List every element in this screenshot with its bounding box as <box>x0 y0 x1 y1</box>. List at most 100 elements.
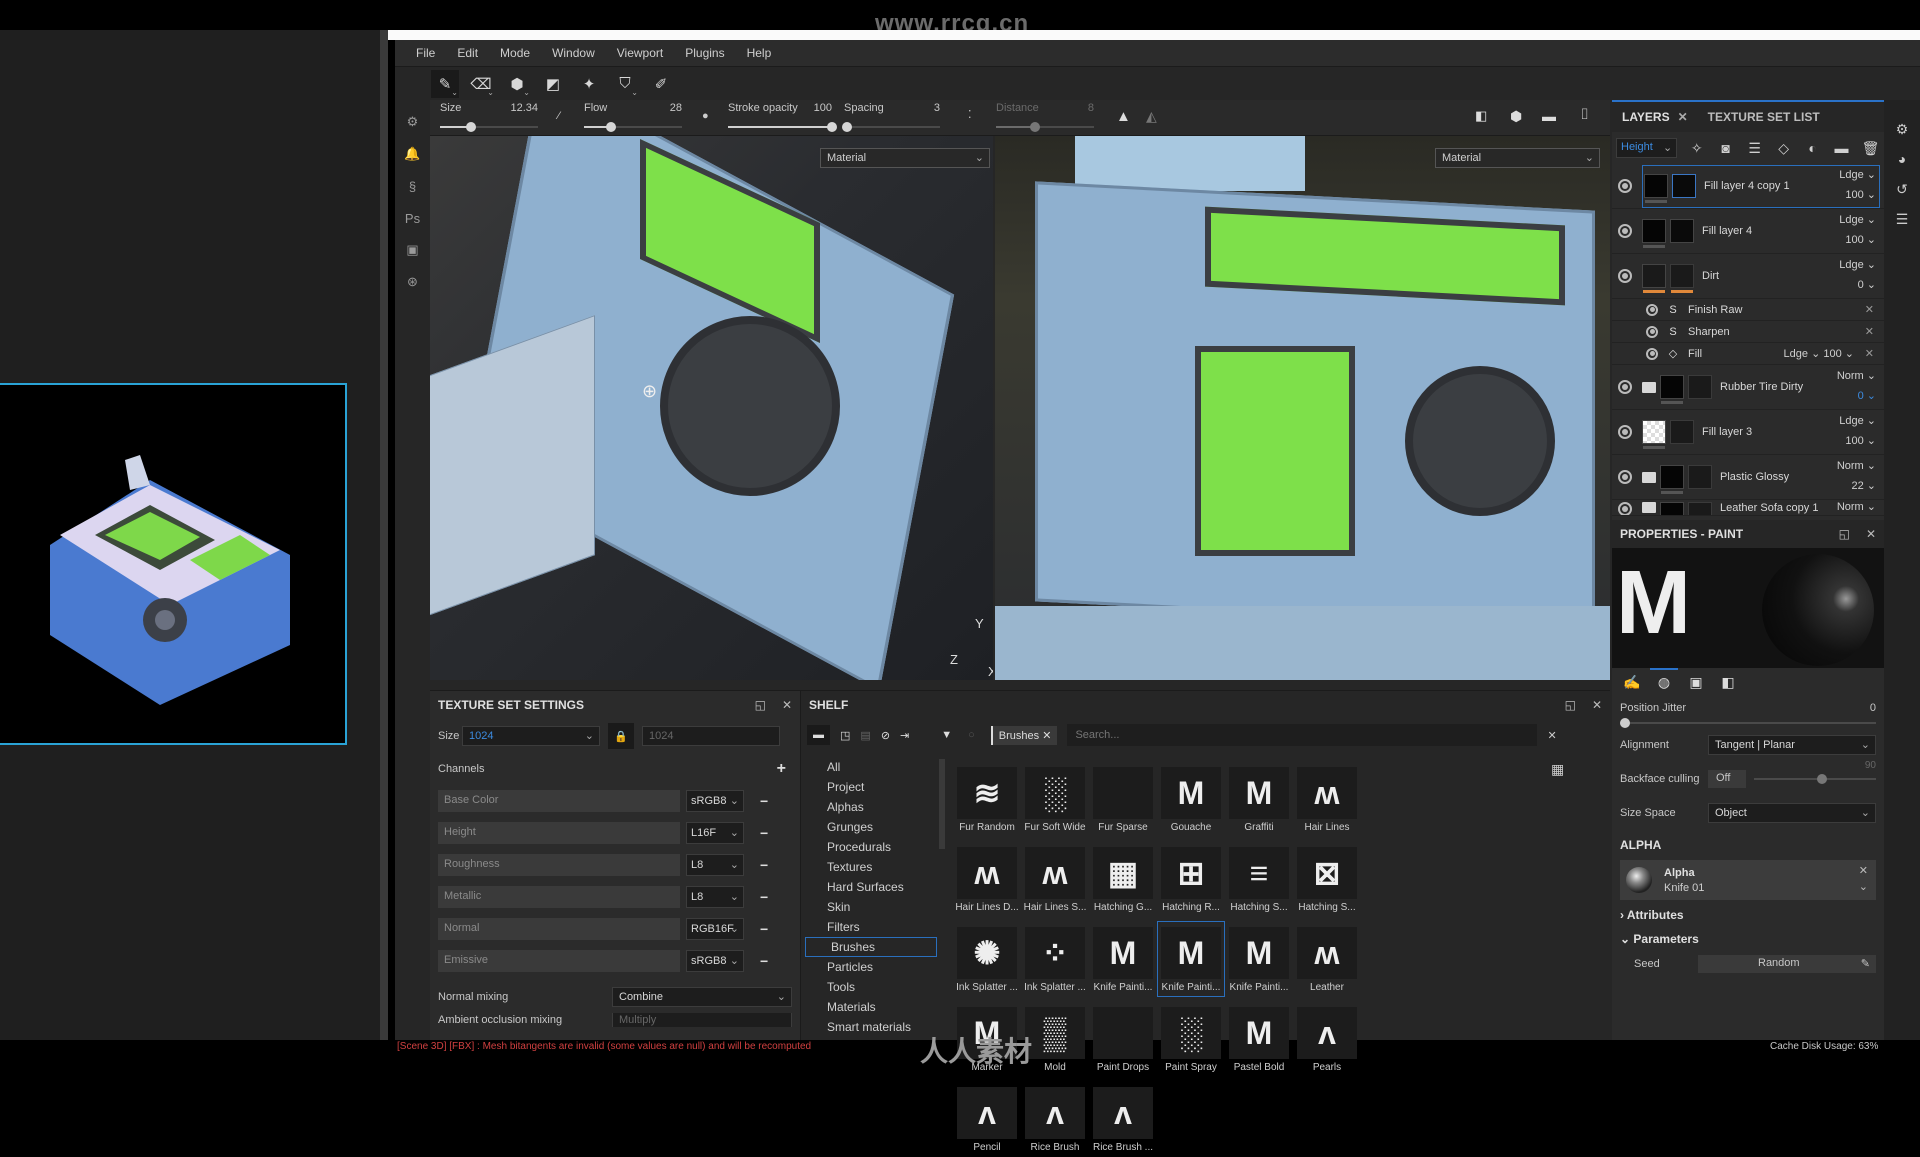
brush-item[interactable]: ʍ Hair Lines S... <box>1021 841 1089 917</box>
spacing-slider-handle[interactable] <box>841 122 852 132</box>
stroke-opacity-handle[interactable] <box>827 122 837 132</box>
backface-culling-toggle[interactable]: Off <box>1708 770 1746 788</box>
shader-settings-icon[interactable]: ◕ <box>1884 144 1920 174</box>
normal-mixing-select[interactable]: Combine ⌄ <box>612 987 792 1007</box>
layer-mask[interactable] <box>1670 219 1694 243</box>
shelf-category-grunges[interactable]: Grunges <box>801 817 941 837</box>
attributes-group[interactable]: › Attributes <box>1612 900 1884 930</box>
brush-item[interactable]: M Knife Painti... <box>1089 921 1157 997</box>
opacity-select[interactable]: 100 ⌄ <box>1845 434 1876 447</box>
menu-edit[interactable]: Edit <box>446 46 489 60</box>
hide-icon[interactable]: ⊘ <box>881 729 890 742</box>
color-picker-tool-button[interactable]: ✐ <box>647 70 675 98</box>
filter-icon[interactable]: ▼ <box>941 729 952 741</box>
stencil-tab-icon[interactable]: ▣ <box>1686 674 1706 694</box>
visibility-toggle[interactable] <box>1618 224 1632 238</box>
brush-item[interactable]: ⊞ Hatching R... <box>1157 841 1225 917</box>
material-tab-icon[interactable]: ◧ <box>1718 674 1738 694</box>
effect-row[interactable]: ◇ Fill Ldge ⌄ 100 ⌄ ✕ <box>1612 343 1884 365</box>
settings-plugin-icon[interactable]: ⊛ <box>395 266 430 298</box>
shelf-search-input[interactable] <box>1067 724 1538 746</box>
tab-texture-set-list[interactable]: TEXTURE SET LIST <box>1698 102 1830 132</box>
viewport-3d[interactable]: Material ⌄ ⊕ YZX <box>430 136 993 680</box>
format-select[interactable]: sRGB8 ⌄ <box>686 790 744 812</box>
stroke-opacity-icon[interactable]: ● <box>702 110 709 122</box>
shelf-category-project[interactable]: Project <box>801 777 941 797</box>
brush-item[interactable]: ✺ Ink Splatter ... <box>953 921 1021 997</box>
clear-search-icon[interactable]: ✕ <box>1547 729 1556 742</box>
display-settings-icon[interactable]: ⚙ <box>1884 114 1920 144</box>
layer-mask[interactable] <box>1670 264 1694 293</box>
brush-item[interactable]: ʌ Rice Brush <box>1021 1081 1089 1157</box>
visibility-toggle[interactable] <box>1646 303 1658 316</box>
brush-item[interactable]: M Gouache <box>1157 761 1225 837</box>
opacity-select[interactable]: 100 ⌄ <box>1845 233 1876 246</box>
format-select[interactable]: RGB16F ⌄ <box>686 918 744 940</box>
blend-mode-select[interactable]: Ldge ⌄ <box>1839 414 1876 427</box>
brush-item[interactable]: ʌ Pearls <box>1293 1001 1361 1077</box>
brush-item[interactable]: ░ Fur Soft Wide <box>1021 761 1089 837</box>
brush-item[interactable]: ʌ Rice Brush ... <box>1089 1081 1157 1157</box>
remove-channel-icon[interactable]: − <box>760 825 768 841</box>
remove-effect-icon[interactable]: ✕ <box>1865 303 1874 316</box>
blend-mode-select[interactable]: Ldge ⌄ <box>1839 213 1876 226</box>
filter-chip[interactable]: Brushes ✕ <box>990 725 1058 745</box>
remove-alpha-icon[interactable]: ✕ <box>1859 864 1868 877</box>
log-icon[interactable]: ☰ <box>1884 204 1920 234</box>
culling-angle-slider[interactable]: 90 <box>1754 760 1876 784</box>
alignment-select[interactable]: Tangent | Planar ⌄ <box>1708 735 1876 755</box>
layer-row[interactable]: Plastic Glossy Norm ⌄ 22 ⌄ <box>1612 455 1884 500</box>
bell-icon[interactable]: 🔔 <box>395 138 430 170</box>
size-slider-handle[interactable] <box>466 122 477 132</box>
visibility-toggle[interactable] <box>1618 179 1632 193</box>
shelf-category-all[interactable]: All <box>801 757 941 777</box>
blend-mode-select[interactable]: Norm ⌄ <box>1837 500 1876 513</box>
format-select[interactable]: sRGB8 ⌄ <box>686 950 744 972</box>
brush-item[interactable]: M Graffiti <box>1225 761 1293 837</box>
delete-icon[interactable]: 🗑 <box>1861 140 1880 157</box>
distance-slider-handle[interactable] <box>1030 122 1041 132</box>
close-icon[interactable]: ✕ <box>1866 527 1876 541</box>
brush-item[interactable]: ʍ Leather <box>1293 921 1361 997</box>
remove-channel-icon[interactable]: − <box>760 857 768 873</box>
format-select[interactable]: L16F ⌄ <box>686 822 744 844</box>
remove-channel-icon[interactable]: − <box>760 953 768 969</box>
distance-value[interactable]: 8 <box>1088 102 1094 114</box>
shelf-category-brushes[interactable]: Brushes <box>805 937 937 957</box>
menu-viewport[interactable]: Viewport <box>606 46 674 60</box>
add-fill-layer-icon[interactable]: ◇ <box>1774 140 1793 157</box>
format-select[interactable]: L8 ⌄ <box>686 886 744 908</box>
layer-row[interactable]: Fill layer 4 Ldge ⌄ 100 ⌄ <box>1612 209 1884 254</box>
eraser-tool-button[interactable]: ⌫ ⌄ <box>467 70 495 98</box>
add-effect-icon[interactable]: ◐ <box>1803 140 1822 156</box>
remove-effect-icon[interactable]: ✕ <box>1865 347 1874 360</box>
brush-item[interactable]: ≡ Hatching S... <box>1225 841 1293 917</box>
blend-mode-select[interactable]: Norm ⌄ <box>1837 369 1876 382</box>
opacity-select[interactable]: 0 ⌄ <box>1858 278 1876 291</box>
paint-tool-button[interactable]: ✎ ⌄ <box>431 69 459 98</box>
layer-row[interactable]: Fill layer 4 copy 1 Ldge ⌄ 100 ⌄ <box>1612 164 1884 209</box>
effect-row[interactable]: S Finish Raw ✕ <box>1612 299 1884 321</box>
format-select[interactable]: L8 ⌄ <box>686 854 744 876</box>
size-value[interactable]: 12.34 <box>510 102 538 114</box>
blend-mode-select[interactable]: Ldge ⌄ <box>1839 168 1876 181</box>
polygon-fill-tool-button[interactable]: ◩ <box>539 70 567 98</box>
stroke-opacity-value[interactable]: 100 <box>814 102 832 114</box>
layer-row[interactable]: Fill layer 3 Ldge ⌄ 100 ⌄ <box>1612 410 1884 455</box>
layer-mask[interactable] <box>1672 174 1696 198</box>
blend-mode-select[interactable]: Norm ⌄ <box>1837 459 1876 472</box>
undock-icon[interactable]: ◱ <box>1565 698 1576 712</box>
opacity-select[interactable]: 0 ⌄ <box>1858 389 1876 402</box>
shelf-category-procedurals[interactable]: Procedurals <box>801 837 941 857</box>
display-mode-icon[interactable]: ⬢ <box>1510 108 1522 125</box>
categories-scrollbar[interactable] <box>939 759 945 849</box>
flow-value[interactable]: 28 <box>670 102 682 114</box>
flow-slider-handle[interactable] <box>606 122 617 132</box>
folder-icon[interactable]: ▬ <box>807 725 830 745</box>
menu-file[interactable]: File <box>405 46 446 60</box>
brush-item[interactable]: ʍ Hair Lines <box>1293 761 1361 837</box>
smudge-tool-button[interactable]: ✦ <box>575 70 603 98</box>
history-icon[interactable]: ↺ <box>1884 174 1920 204</box>
shelf-category-materials[interactable]: Materials <box>801 997 941 1017</box>
brush-item[interactable]: ≋ Fur Random <box>953 761 1021 837</box>
